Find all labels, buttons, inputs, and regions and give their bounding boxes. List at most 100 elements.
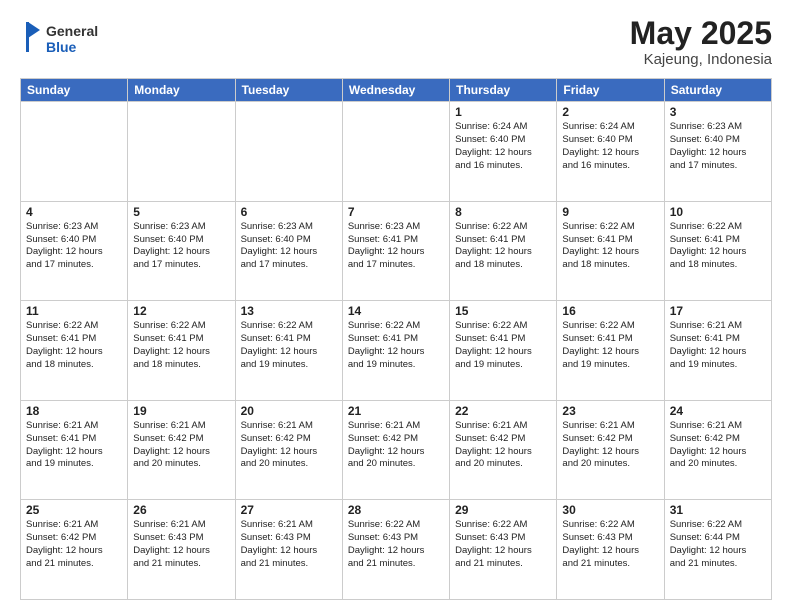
calendar-cell: 4 Sunrise: 6:23 AMSunset: 6:40 PMDaylight… bbox=[21, 201, 128, 301]
week-row-0: 1Sunrise: 6:24 AMSunset: 6:40 PMDaylight… bbox=[21, 102, 772, 202]
day-number: 30 bbox=[562, 503, 658, 517]
svg-text:General: General bbox=[46, 23, 98, 39]
day-number: 17 bbox=[670, 304, 766, 318]
day-info: Sunrise: 6:21 AMSunset: 6:42 PMDaylight:… bbox=[133, 420, 229, 471]
title-block: May 2025 Kajeung, Indonesia bbox=[630, 16, 772, 68]
day-info: Sunrise: 6:23 AMSunset: 6:41 PMDaylight:… bbox=[348, 221, 444, 272]
day-number: 23 bbox=[562, 404, 658, 418]
day-info: Sunrise: 6:22 AMSunset: 6:41 PMDaylight:… bbox=[26, 320, 122, 371]
day-number: 29 bbox=[455, 503, 551, 517]
calendar-cell: 2Sunrise: 6:24 AMSunset: 6:40 PMDaylight… bbox=[557, 102, 664, 202]
day-info: Sunrise: 6:22 AMSunset: 6:41 PMDaylight:… bbox=[670, 221, 766, 272]
day-number: 4 bbox=[26, 205, 122, 219]
day-number: 18 bbox=[26, 404, 122, 418]
logo-text: General Blue bbox=[20, 16, 130, 65]
calendar-cell: 19 Sunrise: 6:21 AMSunset: 6:42 PMDayligh… bbox=[128, 400, 235, 500]
day-info: Sunrise: 6:24 AMSunset: 6:40 PMDaylight:… bbox=[455, 121, 551, 172]
month-year: May 2025 bbox=[630, 16, 772, 51]
day-info: Sunrise: 6:21 AMSunset: 6:42 PMDaylight:… bbox=[455, 420, 551, 471]
day-number: 28 bbox=[348, 503, 444, 517]
calendar-cell: 28Sunrise: 6:22 AMSunset: 6:43 PMDayligh… bbox=[342, 500, 449, 600]
day-number: 8 bbox=[455, 205, 551, 219]
day-info: Sunrise: 6:21 AMSunset: 6:42 PMDaylight:… bbox=[670, 420, 766, 471]
day-header-friday: Friday bbox=[557, 79, 664, 102]
calendar-cell: 31Sunrise: 6:22 AMSunset: 6:44 PMDayligh… bbox=[664, 500, 771, 600]
calendar-cell: 18 Sunrise: 6:21 AMSunset: 6:41 PMDayligh… bbox=[21, 400, 128, 500]
calendar-cell: 30Sunrise: 6:22 AMSunset: 6:43 PMDayligh… bbox=[557, 500, 664, 600]
day-number: 12 bbox=[133, 304, 229, 318]
day-info: Sunrise: 6:21 AMSunset: 6:43 PMDaylight:… bbox=[133, 519, 229, 570]
day-number: 6 bbox=[241, 205, 337, 219]
calendar-cell: 27 Sunrise: 6:21 AMSunset: 6:43 PMDayligh… bbox=[235, 500, 342, 600]
day-number: 15 bbox=[455, 304, 551, 318]
week-row-3: 18 Sunrise: 6:21 AMSunset: 6:41 PMDayligh… bbox=[21, 400, 772, 500]
day-number: 16 bbox=[562, 304, 658, 318]
day-number: 31 bbox=[670, 503, 766, 517]
calendar-cell: 24 Sunrise: 6:21 AMSunset: 6:42 PMDayligh… bbox=[664, 400, 771, 500]
day-header-saturday: Saturday bbox=[664, 79, 771, 102]
day-number: 19 bbox=[133, 404, 229, 418]
header: General Blue May 2025 Kajeung, Indonesia bbox=[20, 16, 772, 68]
day-number: 2 bbox=[562, 105, 658, 119]
calendar-cell: 22Sunrise: 6:21 AMSunset: 6:42 PMDayligh… bbox=[450, 400, 557, 500]
calendar-cell: 16 Sunrise: 6:22 AMSunset: 6:41 PMDayligh… bbox=[557, 301, 664, 401]
calendar-cell: 17 Sunrise: 6:21 AMSunset: 6:41 PMDayligh… bbox=[664, 301, 771, 401]
day-info: Sunrise: 6:22 AMSunset: 6:41 PMDaylight:… bbox=[562, 320, 658, 371]
location: Kajeung, Indonesia bbox=[630, 51, 772, 68]
day-number: 14 bbox=[348, 304, 444, 318]
day-info: Sunrise: 6:22 AMSunset: 6:41 PMDaylight:… bbox=[241, 320, 337, 371]
day-number: 26 bbox=[133, 503, 229, 517]
calendar-cell: 21 Sunrise: 6:21 AMSunset: 6:42 PMDayligh… bbox=[342, 400, 449, 500]
day-number: 27 bbox=[241, 503, 337, 517]
day-info: Sunrise: 6:21 AMSunset: 6:42 PMDaylight:… bbox=[348, 420, 444, 471]
calendar-cell bbox=[128, 102, 235, 202]
calendar-cell bbox=[342, 102, 449, 202]
calendar-cell: 6 Sunrise: 6:23 AMSunset: 6:40 PMDaylight… bbox=[235, 201, 342, 301]
day-info: Sunrise: 6:21 AMSunset: 6:43 PMDaylight:… bbox=[241, 519, 337, 570]
calendar-cell: 12 Sunrise: 6:22 AMSunset: 6:41 PMDayligh… bbox=[128, 301, 235, 401]
calendar-cell: 10 Sunrise: 6:22 AMSunset: 6:41 PMDayligh… bbox=[664, 201, 771, 301]
day-info: Sunrise: 6:21 AMSunset: 6:42 PMDaylight:… bbox=[26, 519, 122, 570]
day-number: 10 bbox=[670, 205, 766, 219]
calendar-cell: 25 Sunrise: 6:21 AMSunset: 6:42 PMDayligh… bbox=[21, 500, 128, 600]
day-info: Sunrise: 6:22 AMSunset: 6:41 PMDaylight:… bbox=[455, 221, 551, 272]
day-number: 21 bbox=[348, 404, 444, 418]
calendar-cell: 8 Sunrise: 6:22 AMSunset: 6:41 PMDaylight… bbox=[450, 201, 557, 301]
day-info: Sunrise: 6:22 AMSunset: 6:43 PMDaylight:… bbox=[455, 519, 551, 570]
calendar-cell: 1Sunrise: 6:24 AMSunset: 6:40 PMDaylight… bbox=[450, 102, 557, 202]
calendar-cell: 7 Sunrise: 6:23 AMSunset: 6:41 PMDaylight… bbox=[342, 201, 449, 301]
day-number: 25 bbox=[26, 503, 122, 517]
day-info: Sunrise: 6:22 AMSunset: 6:41 PMDaylight:… bbox=[348, 320, 444, 371]
day-info: Sunrise: 6:21 AMSunset: 6:41 PMDaylight:… bbox=[26, 420, 122, 471]
day-info: Sunrise: 6:23 AMSunset: 6:40 PMDaylight:… bbox=[670, 121, 766, 172]
calendar-cell bbox=[21, 102, 128, 202]
week-row-2: 11 Sunrise: 6:22 AMSunset: 6:41 PMDayligh… bbox=[21, 301, 772, 401]
day-number: 24 bbox=[670, 404, 766, 418]
day-number: 11 bbox=[26, 304, 122, 318]
calendar-cell: 26 Sunrise: 6:21 AMSunset: 6:43 PMDayligh… bbox=[128, 500, 235, 600]
day-number: 20 bbox=[241, 404, 337, 418]
calendar-cell: 9Sunrise: 6:22 AMSunset: 6:41 PMDaylight… bbox=[557, 201, 664, 301]
day-header-monday: Monday bbox=[128, 79, 235, 102]
logo-svg: General Blue bbox=[20, 16, 130, 60]
day-header-thursday: Thursday bbox=[450, 79, 557, 102]
page: General Blue May 2025 Kajeung, Indonesia… bbox=[0, 0, 792, 612]
day-header-tuesday: Tuesday bbox=[235, 79, 342, 102]
calendar-cell: 23Sunrise: 6:21 AMSunset: 6:42 PMDayligh… bbox=[557, 400, 664, 500]
week-row-4: 25 Sunrise: 6:21 AMSunset: 6:42 PMDayligh… bbox=[21, 500, 772, 600]
svg-text:Blue: Blue bbox=[46, 39, 77, 55]
calendar-cell: 15Sunrise: 6:22 AMSunset: 6:41 PMDayligh… bbox=[450, 301, 557, 401]
calendar-table: SundayMondayTuesdayWednesdayThursdayFrid… bbox=[20, 78, 772, 600]
calendar-cell: 11 Sunrise: 6:22 AMSunset: 6:41 PMDayligh… bbox=[21, 301, 128, 401]
week-row-1: 4 Sunrise: 6:23 AMSunset: 6:40 PMDaylight… bbox=[21, 201, 772, 301]
day-info: Sunrise: 6:23 AMSunset: 6:40 PMDaylight:… bbox=[133, 221, 229, 272]
day-info: Sunrise: 6:23 AMSunset: 6:40 PMDaylight:… bbox=[26, 221, 122, 272]
day-header-wednesday: Wednesday bbox=[342, 79, 449, 102]
day-info: Sunrise: 6:23 AMSunset: 6:40 PMDaylight:… bbox=[241, 221, 337, 272]
day-info: Sunrise: 6:22 AMSunset: 6:41 PMDaylight:… bbox=[562, 221, 658, 272]
day-info: Sunrise: 6:21 AMSunset: 6:41 PMDaylight:… bbox=[670, 320, 766, 371]
day-info: Sunrise: 6:22 AMSunset: 6:41 PMDaylight:… bbox=[133, 320, 229, 371]
day-number: 7 bbox=[348, 205, 444, 219]
day-header-sunday: Sunday bbox=[21, 79, 128, 102]
calendar-cell: 3Sunrise: 6:23 AMSunset: 6:40 PMDaylight… bbox=[664, 102, 771, 202]
